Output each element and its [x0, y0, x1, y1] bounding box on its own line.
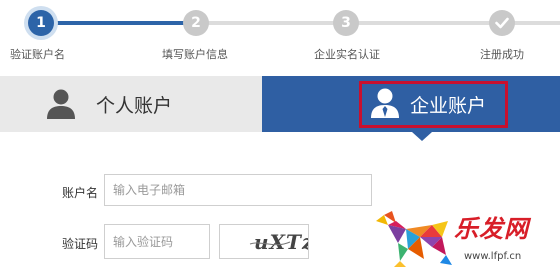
account-type-tabs: 个人账户 企业账户: [0, 76, 560, 132]
tab-company-account[interactable]: 企业账户: [262, 76, 560, 132]
captcha-input[interactable]: [104, 224, 210, 259]
selected-tab-pointer: [412, 132, 432, 141]
registration-progress: 1 2 3 验证账户名 填写账户信息 企业实名认证 注册成功: [0, 0, 560, 72]
step-1-marker: 1: [28, 10, 54, 36]
captcha-label: 验证码: [62, 237, 99, 251]
account-name-label: 账户名: [62, 186, 99, 200]
step-2-label: 填写账户信息: [162, 48, 228, 61]
tab-personal-label: 个人账户: [96, 95, 173, 117]
tab-personal-account[interactable]: 个人账户: [0, 76, 262, 132]
person-icon: [47, 89, 75, 119]
progress-line-4: [514, 21, 560, 25]
captcha-glyphs: uXTz: [249, 230, 313, 254]
progress-line-2: [208, 21, 334, 25]
highlight-frame: [359, 81, 508, 128]
watermark-logo: 乐发网 www.lfpf.cn: [372, 205, 558, 271]
step-3-marker: 3: [333, 10, 359, 36]
bull-logo-icon: [376, 211, 452, 267]
account-name-input[interactable]: [104, 174, 372, 206]
check-icon: [495, 17, 509, 29]
captcha-image[interactable]: uXTz: [219, 224, 313, 259]
captcha-text: uXTz: [254, 230, 308, 254]
progress-line-1: [54, 21, 184, 25]
watermark-url: www.lfpf.cn: [464, 251, 522, 262]
watermark-brand: 乐发网: [454, 214, 529, 243]
step-3-label: 企业实名认证: [314, 48, 380, 61]
step-4-marker: [489, 10, 515, 36]
step-4-label: 注册成功: [480, 48, 524, 61]
step-1-label: 验证账户名: [10, 48, 65, 61]
step-2-marker: 2: [183, 10, 209, 36]
progress-line-3: [358, 21, 490, 25]
